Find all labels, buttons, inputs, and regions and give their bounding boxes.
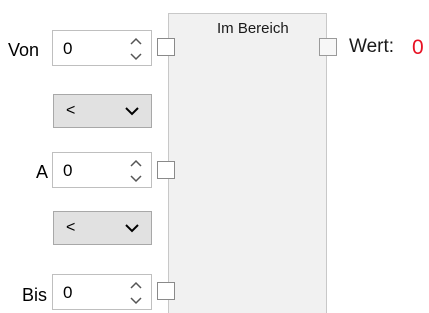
comparator-dropdown-2[interactable]: < — [53, 211, 152, 245]
function-block — [168, 13, 327, 313]
a-label: A — [36, 162, 49, 182]
bis-input-port[interactable] — [157, 282, 175, 300]
von-spinbox[interactable]: 0 — [52, 30, 152, 66]
block-title: Im Bereich — [217, 20, 289, 37]
chevron-down-icon — [125, 223, 139, 233]
comparator-dropdown-1-value: < — [66, 102, 76, 119]
chevron-up-icon[interactable] — [130, 281, 142, 289]
chevron-up-icon[interactable] — [130, 37, 142, 45]
chevron-down-icon[interactable] — [130, 53, 142, 61]
bis-value[interactable]: 0 — [63, 283, 72, 303]
von-spinner-arrows[interactable] — [127, 34, 145, 64]
chevron-down-icon[interactable] — [130, 175, 142, 183]
chevron-up-icon[interactable] — [130, 159, 142, 167]
a-input-port[interactable] — [157, 161, 175, 179]
chevron-down-icon[interactable] — [130, 297, 142, 305]
a-value[interactable]: 0 — [63, 161, 72, 181]
bis-label: Bis — [22, 285, 48, 305]
bis-spinner-arrows[interactable] — [127, 278, 145, 308]
wert-output-port[interactable] — [319, 38, 337, 56]
wert-label: Wert: — [349, 36, 395, 57]
a-spinner-arrows[interactable] — [127, 156, 145, 186]
wert-value: 0 — [412, 36, 424, 59]
chevron-down-icon — [125, 106, 139, 116]
von-value[interactable]: 0 — [63, 39, 72, 59]
comparator-dropdown-2-value: < — [66, 219, 76, 236]
von-input-port[interactable] — [157, 38, 175, 56]
a-spinbox[interactable]: 0 — [52, 152, 152, 188]
von-label: Von — [8, 40, 40, 60]
comparator-dropdown-1[interactable]: < — [53, 94, 152, 128]
bis-spinbox[interactable]: 0 — [52, 274, 152, 310]
